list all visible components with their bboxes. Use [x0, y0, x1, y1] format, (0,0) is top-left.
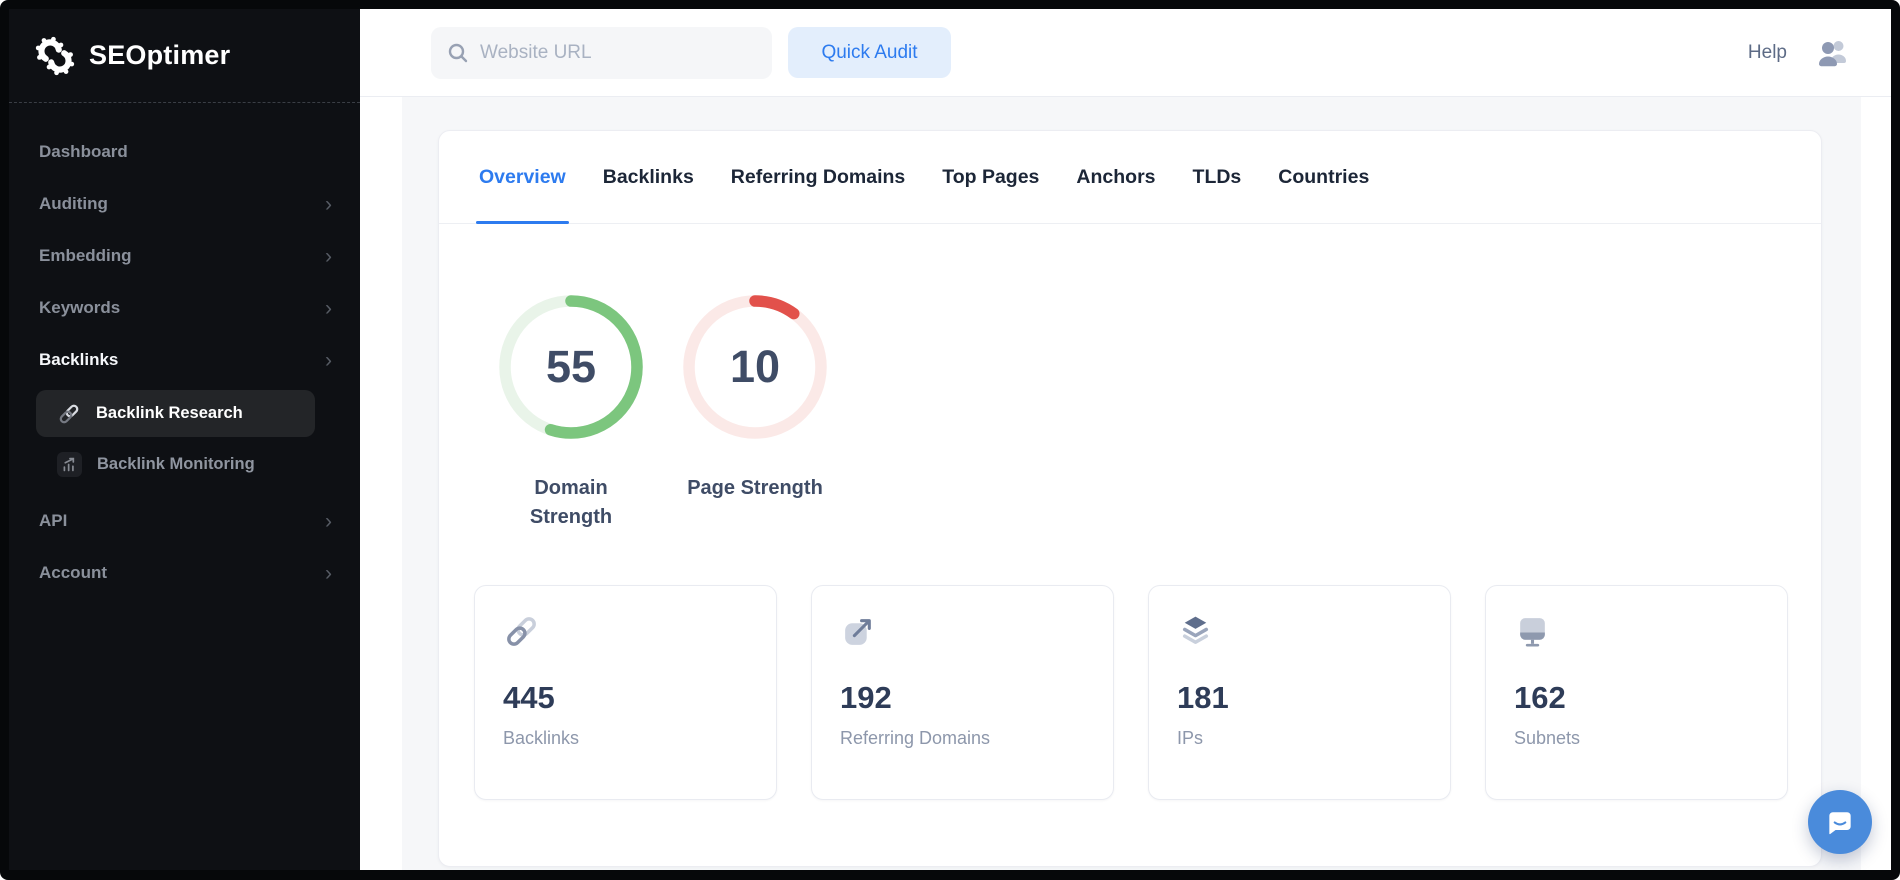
- sidebar-item-label: Dashboard: [39, 142, 128, 161]
- sidebar-item-embedding[interactable]: Embedding ›: [9, 230, 360, 282]
- brand-name: SEOptimer: [89, 40, 231, 70]
- monitor-icon: [1520, 618, 1545, 647]
- chevron-right-icon: ›: [325, 561, 332, 585]
- sidebar-subitem-label: Backlink Research: [96, 404, 243, 422]
- external-link-icon: [845, 619, 871, 645]
- tab-referring-domains[interactable]: Referring Domains: [731, 131, 905, 223]
- gauge-label: Page Strength: [687, 477, 823, 499]
- stat-card-ips[interactable]: 181 IPs: [1148, 585, 1451, 800]
- stat-label: Backlinks: [503, 728, 580, 748]
- sidebar: SEOptimer Dashboard Auditing › Embedding…: [9, 9, 360, 870]
- backlink-research-panel: Overview Backlinks Referring Domains Top…: [438, 130, 1822, 867]
- sidebar-item-backlinks[interactable]: Backlinks ›: [9, 334, 360, 386]
- quick-audit-button[interactable]: Quick Audit: [788, 27, 951, 78]
- chevron-right-icon: ›: [325, 192, 332, 216]
- stat-value: 445: [503, 680, 555, 715]
- sidebar-item-backlink-research[interactable]: Backlink Research: [36, 390, 315, 437]
- link-icon: [59, 404, 79, 423]
- tab-overview[interactable]: Overview: [476, 131, 569, 224]
- seoptimer-gear-logo-icon: [35, 36, 75, 75]
- chevron-right-icon: ›: [325, 348, 332, 372]
- tab-tlds[interactable]: TLDs: [1193, 131, 1242, 223]
- stat-label: Referring Domains: [840, 728, 991, 748]
- search-icon: [448, 43, 468, 62]
- stat-label: Subnets: [1514, 728, 1581, 748]
- sidebar-nav: Dashboard Auditing › Embedding › Keyword…: [9, 103, 360, 599]
- sidebar-item-keywords[interactable]: Keywords ›: [9, 282, 360, 334]
- seoptimer-app-window: SEOptimer Dashboard Auditing › Embedding…: [0, 0, 1900, 880]
- sidebar-subitem-label: Backlink Monitoring: [97, 455, 255, 473]
- account-users-icon[interactable]: [1815, 37, 1851, 69]
- sidebar-item-label: Backlinks: [39, 350, 119, 369]
- brand-logo[interactable]: SEOptimer: [9, 9, 360, 103]
- domain-strength-gauge: 55 Domain Strength: [495, 293, 647, 532]
- main-area: Quick Audit Help: [360, 9, 1891, 870]
- sidebar-item-account[interactable]: Account ›: [9, 547, 360, 599]
- stat-card-backlinks[interactable]: 445 Backlinks: [474, 585, 777, 800]
- topbar: Quick Audit Help: [360, 9, 1891, 97]
- website-url-search[interactable]: [431, 26, 772, 79]
- sidebar-item-label: API: [39, 511, 68, 530]
- stat-cards-row: 445 Backlinks 192 Referring Domains 181 …: [474, 585, 1821, 800]
- gauge-label: Domain Strength: [529, 477, 613, 528]
- stat-card-subnets[interactable]: 162 Subnets: [1485, 585, 1788, 800]
- content-area: Overview Backlinks Referring Domains Top…: [360, 97, 1891, 870]
- sidebar-item-api[interactable]: API ›: [9, 495, 360, 547]
- sidebar-item-backlink-monitoring[interactable]: Backlink Monitoring: [36, 441, 315, 488]
- sidebar-item-auditing[interactable]: Auditing ›: [9, 178, 360, 230]
- stat-label: IPs: [1177, 728, 1204, 748]
- tab-backlinks[interactable]: Backlinks: [603, 131, 694, 223]
- gauge-value: 10: [729, 341, 781, 392]
- layers-icon: [1182, 616, 1209, 645]
- tab-top-pages[interactable]: Top Pages: [942, 131, 1039, 223]
- chat-launcher-button[interactable]: [1808, 790, 1872, 854]
- gauge-dial: 10: [681, 293, 829, 441]
- stat-value: 162: [1514, 680, 1566, 715]
- website-url-input[interactable]: [480, 41, 756, 64]
- help-link[interactable]: Help: [1748, 42, 1787, 64]
- app-frame: SEOptimer Dashboard Auditing › Embedding…: [9, 9, 1891, 870]
- link-icon: [507, 617, 536, 646]
- tabs-bar: Overview Backlinks Referring Domains Top…: [439, 131, 1821, 224]
- stat-value: 192: [840, 680, 892, 715]
- stat-card-referring-domains[interactable]: 192 Referring Domains: [811, 585, 1114, 800]
- sidebar-item-dashboard[interactable]: Dashboard: [9, 126, 360, 178]
- chevron-right-icon: ›: [325, 244, 332, 268]
- stat-value: 181: [1177, 680, 1229, 715]
- chevron-right-icon: ›: [325, 296, 332, 320]
- tab-countries[interactable]: Countries: [1278, 131, 1369, 223]
- strength-gauges: 55 Domain Strength 10 Page Strength: [495, 293, 1821, 532]
- sidebar-item-label: Embedding: [39, 246, 132, 265]
- gauge-value: 55: [545, 341, 597, 392]
- sidebar-item-label: Account: [39, 563, 107, 582]
- chart-growth-icon: [57, 452, 82, 477]
- chevron-right-icon: ›: [325, 509, 332, 533]
- sidebar-item-label: Keywords: [39, 298, 121, 317]
- gauge-dial: 55: [497, 293, 645, 441]
- chat-bubble-icon: [1829, 812, 1851, 835]
- overview-tab-content: 55 Domain Strength 10 Page Strength 445 …: [439, 224, 1821, 800]
- tab-anchors[interactable]: Anchors: [1076, 131, 1155, 223]
- page-strength-gauge: 10 Page Strength: [679, 293, 831, 532]
- sidebar-item-label: Auditing: [39, 194, 108, 213]
